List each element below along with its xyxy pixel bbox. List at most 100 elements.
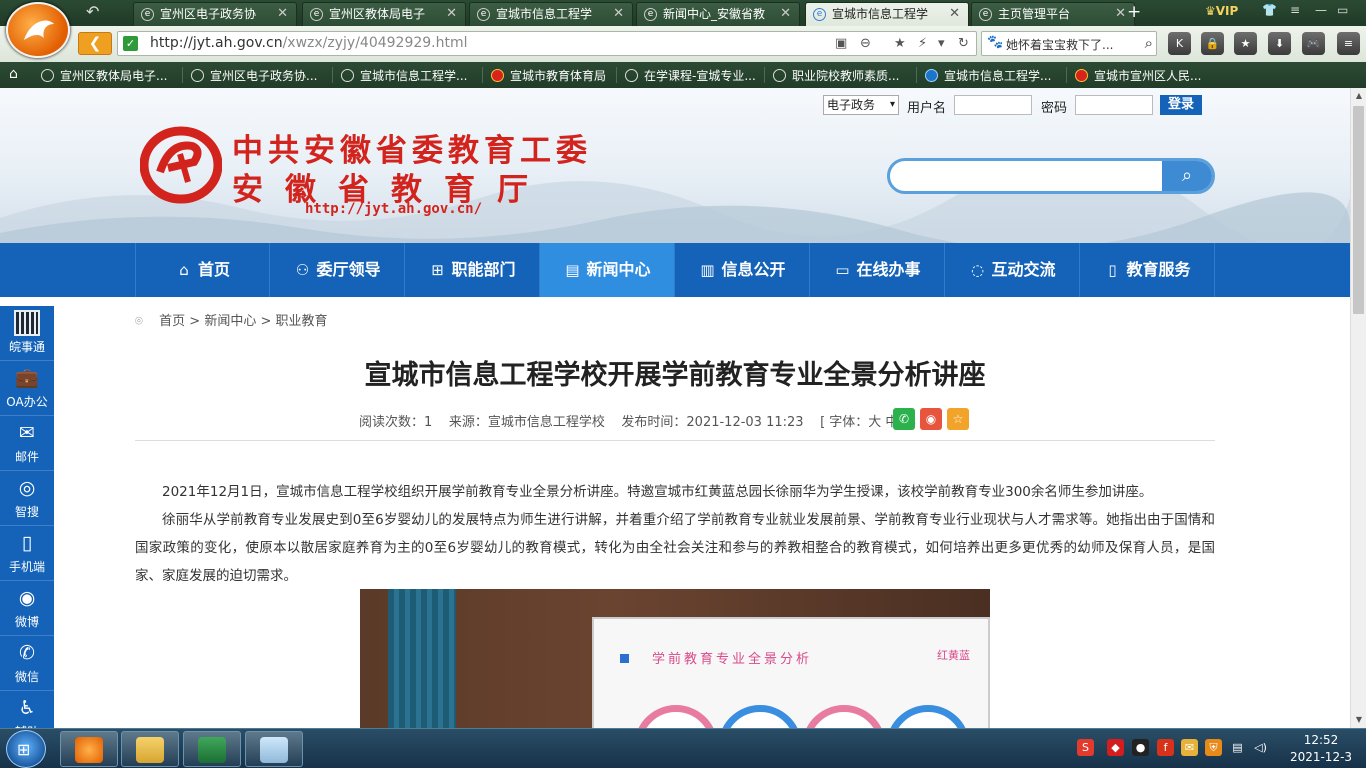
home-icon[interactable]: ⌂ bbox=[9, 66, 18, 82]
gamepad-icon[interactable]: 🎮 bbox=[1302, 32, 1325, 55]
nav-item[interactable]: ⊞ 职能部门 bbox=[405, 243, 540, 297]
k-button-icon[interactable]: K bbox=[1168, 32, 1191, 55]
browser-tab[interactable]: e 宣州区电子政务协 ✕ bbox=[133, 2, 297, 26]
favorite-icon[interactable]: ★ bbox=[894, 36, 906, 51]
float-service-item[interactable]: ✉ 邮件 bbox=[0, 416, 54, 471]
site-search-field[interactable]: ⌕ bbox=[887, 158, 1215, 194]
breadcrumb-home[interactable]: 首页 bbox=[159, 314, 185, 329]
close-tab-icon[interactable]: ✕ bbox=[277, 3, 288, 25]
slide-title: 学前教育专业全景分析 bbox=[652, 652, 813, 667]
excel-app[interactable] bbox=[183, 731, 241, 767]
address-field[interactable]: ✓ http://jyt.ah.gov.cn/xwzx/zyjy/4049292… bbox=[117, 31, 977, 56]
browser-logo[interactable] bbox=[6, 2, 70, 58]
breadcrumb-current[interactable]: 职业教育 bbox=[276, 314, 328, 329]
lock-icon[interactable]: 🔒 bbox=[1201, 32, 1224, 55]
volume-icon[interactable]: ◁) bbox=[1252, 739, 1269, 756]
notepad-app[interactable] bbox=[245, 731, 303, 767]
undo-close-tab-icon[interactable]: ↶ bbox=[86, 3, 108, 21]
scroll-thumb[interactable] bbox=[1353, 106, 1364, 314]
nav-item[interactable]: ▥ 信息公开 bbox=[675, 243, 810, 297]
scroll-down-arrow-icon[interactable]: ▼ bbox=[1351, 712, 1366, 728]
search-engine-field[interactable]: 🐾 她怀着宝宝救下了... ⌕ bbox=[981, 31, 1157, 56]
close-tab-icon[interactable]: ✕ bbox=[613, 3, 624, 25]
mail-tray-icon[interactable]: ✉ bbox=[1181, 739, 1198, 756]
globe-icon bbox=[491, 69, 504, 82]
chat-icon: ◌ bbox=[970, 261, 985, 279]
slide-circle: 学前教育 bbox=[634, 705, 718, 728]
bookmark-item[interactable]: 职业院校教师素质... bbox=[773, 67, 899, 84]
menu-icon[interactable]: ≡ bbox=[1337, 32, 1360, 55]
close-tab-icon[interactable]: ✕ bbox=[780, 3, 791, 25]
nav-item[interactable]: ⌂ 首页 bbox=[135, 243, 270, 297]
nav-item[interactable]: ▤ 新闻中心 bbox=[540, 243, 675, 297]
pdf-icon[interactable]: ◆ bbox=[1107, 739, 1124, 756]
float-service-item[interactable]: ♿辅助 bbox=[0, 691, 54, 728]
monitor-icon: ▭ bbox=[835, 261, 850, 279]
wechat-share-icon[interactable]: ✆ bbox=[893, 408, 915, 430]
minimize-button[interactable]: — bbox=[1315, 3, 1327, 17]
bookmark-item[interactable]: 宣州区电子政务协... bbox=[191, 67, 317, 84]
nav-item[interactable]: ⚇ 委厅领导 bbox=[270, 243, 405, 297]
nav-item[interactable]: ▭ 在线办事 bbox=[810, 243, 945, 297]
image-icon[interactable]: ▣ bbox=[835, 36, 847, 51]
float-service-item[interactable]: ◎ 智搜 bbox=[0, 471, 54, 526]
bookmark-item[interactable]: 宣城市信息工程学... bbox=[341, 67, 467, 84]
flash-icon[interactable]: f bbox=[1157, 739, 1174, 756]
news-icon: ▤ bbox=[565, 261, 580, 279]
password-input[interactable] bbox=[1075, 95, 1153, 115]
nav-item[interactable]: ◌ 互动交流 bbox=[945, 243, 1080, 297]
login-button[interactable]: 登录 bbox=[1160, 95, 1202, 115]
input-method-icon[interactable]: S bbox=[1077, 739, 1094, 756]
browser-tab[interactable]: e 主页管理平台 ✕ bbox=[971, 2, 1135, 26]
browser-tab[interactable]: e 新闻中心_安徽省教 ✕ bbox=[636, 2, 800, 26]
dropdown-icon[interactable]: ▾ bbox=[938, 36, 945, 51]
browser-tab[interactable]: e 宣州区教体局电子 ✕ bbox=[302, 2, 466, 26]
scroll-up-arrow-icon[interactable]: ▲ bbox=[1351, 88, 1366, 104]
security-icon[interactable]: ⛨ bbox=[1205, 739, 1222, 756]
article-paragraph: 徐丽华从学前教育专业发展史到0至6岁婴幼儿的发展特点为师生进行讲解，并着重介绍了… bbox=[135, 512, 1215, 584]
bookmark-item[interactable]: 宣城市教育体育局 bbox=[491, 67, 606, 84]
refresh-icon[interactable]: ↻ bbox=[958, 36, 969, 51]
vip-badge[interactable]: ♛VIP bbox=[1205, 4, 1238, 18]
star-icon[interactable]: ★ bbox=[1234, 32, 1257, 55]
float-service-item[interactable]: ✆ 微信 bbox=[0, 636, 54, 691]
system-select-value: 电子政务 bbox=[827, 98, 876, 112]
bookmark-item[interactable]: 宣州区教体局电子... bbox=[41, 67, 167, 84]
username-input[interactable] bbox=[954, 95, 1032, 115]
search-icon[interactable]: ⌕ bbox=[1162, 161, 1212, 191]
system-clock[interactable]: 12:52 2021-12-3 bbox=[1281, 732, 1361, 766]
breadcrumb-section[interactable]: 新闻中心 bbox=[204, 314, 256, 329]
vertical-scrollbar[interactable]: ▲ ▼ bbox=[1350, 88, 1366, 728]
weibo-share-icon[interactable]: ◉ bbox=[920, 408, 942, 430]
favorite-share-icon[interactable]: ☆ bbox=[947, 408, 969, 430]
close-tab-icon[interactable]: ✕ bbox=[1115, 3, 1126, 25]
skin-icon[interactable]: 👕 bbox=[1262, 3, 1277, 17]
network-icon[interactable]: ▤ bbox=[1229, 739, 1246, 756]
back-button[interactable]: ❮ bbox=[78, 32, 112, 55]
flash-icon[interactable]: ⚡ bbox=[918, 36, 927, 51]
search-icon[interactable]: ⌕ bbox=[1145, 34, 1153, 52]
float-service-item[interactable]: ◉ 微博 bbox=[0, 581, 54, 636]
bookmark-item[interactable]: 宣城市宣州区人民... bbox=[1075, 67, 1201, 84]
file-explorer-app[interactable] bbox=[121, 731, 179, 767]
settings-menu-icon[interactable]: ≡ bbox=[1290, 3, 1300, 17]
site-logo-emblem[interactable] bbox=[140, 122, 222, 204]
start-button[interactable]: ⊞ bbox=[6, 730, 46, 768]
system-select[interactable]: 电子政务 bbox=[823, 95, 899, 115]
bookmark-item[interactable]: 宣城市信息工程学... bbox=[925, 67, 1051, 84]
browser-app[interactable] bbox=[60, 731, 118, 767]
zoom-icon[interactable]: ⊖ bbox=[860, 36, 871, 51]
bookmark-item[interactable]: 在学课程-宣城专业... bbox=[625, 67, 756, 84]
browser-tab[interactable]: e 宣城市信息工程学 ✕ bbox=[805, 2, 969, 26]
close-tab-icon[interactable]: ✕ bbox=[446, 3, 457, 25]
nav-item[interactable]: ▯ 教育服务 bbox=[1080, 243, 1215, 297]
download-icon[interactable]: ⬇ bbox=[1268, 32, 1291, 55]
close-tab-icon[interactable]: ✕ bbox=[949, 3, 960, 25]
qq-icon[interactable]: ● bbox=[1132, 739, 1149, 756]
globe-icon bbox=[1075, 69, 1088, 82]
float-service-item[interactable]: ▯ 手机端 bbox=[0, 526, 54, 581]
browser-tab[interactable]: e 宣城市信息工程学 ✕ bbox=[469, 2, 633, 26]
document-icon: ▥ bbox=[700, 261, 715, 279]
maximize-button[interactable]: ▭ bbox=[1337, 3, 1348, 17]
new-tab-button[interactable]: + bbox=[1127, 2, 1141, 22]
